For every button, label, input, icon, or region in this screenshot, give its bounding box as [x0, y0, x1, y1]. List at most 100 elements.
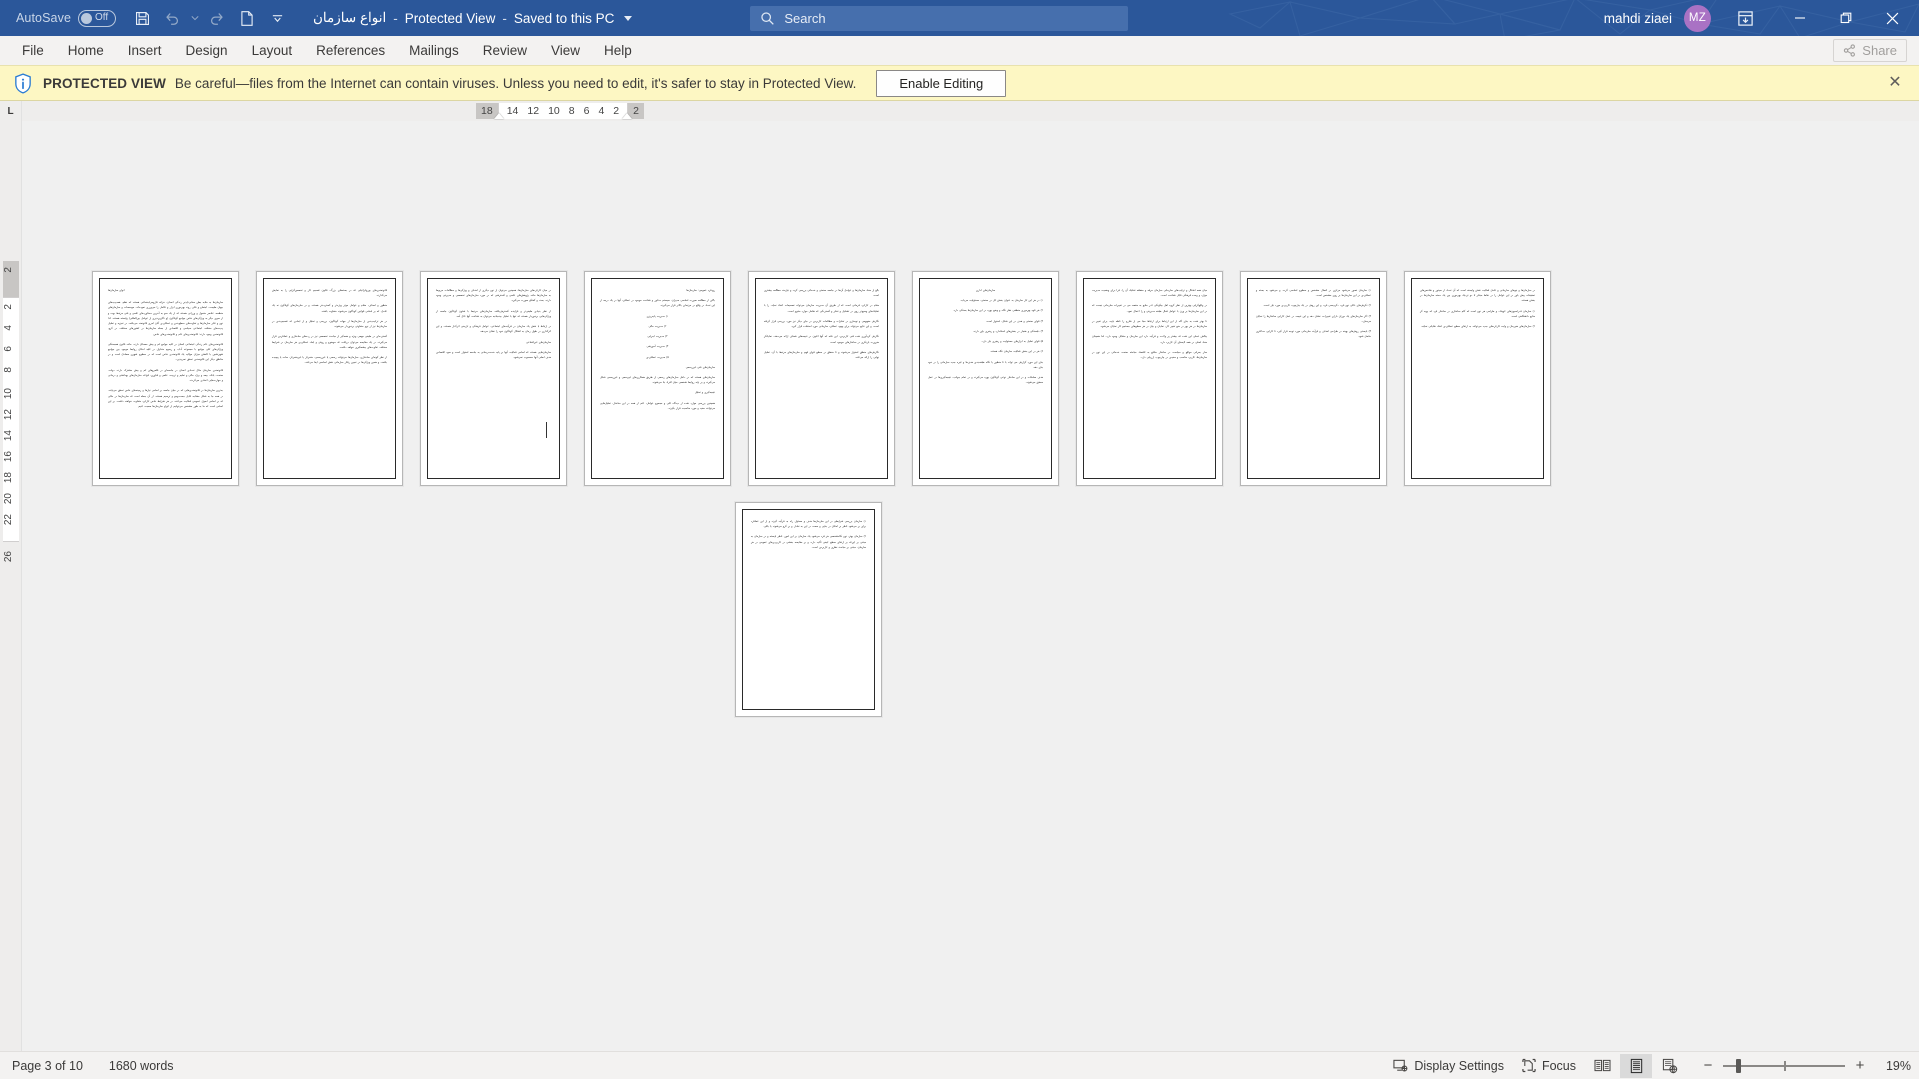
- document-page-8[interactable]: ۱) سازمان تصور می‌شود مرکزی در اتصال مشخ…: [1240, 271, 1387, 486]
- page-4-list-item-5: ۵) مدیریت عملکردی: [646, 355, 669, 359]
- tab-file[interactable]: File: [10, 39, 56, 63]
- tab-layout[interactable]: Layout: [240, 39, 305, 63]
- page-3-paragraph-4: سازمان‌های غیرانتفاعی: [526, 340, 551, 344]
- zoom-controls: − + 19%: [1697, 1058, 1911, 1074]
- document-page-3[interactable]: در میان کارکردهای سازمان‌ها، همچنین می‌ت…: [420, 271, 567, 486]
- display-settings-button[interactable]: Display Settings: [1384, 1054, 1513, 1077]
- ruler-tick-12: 12: [527, 105, 540, 117]
- focus-button[interactable]: Focus: [1513, 1054, 1585, 1077]
- right-indent-marker[interactable]: [622, 113, 633, 119]
- web-layout-button[interactable]: [1654, 1054, 1686, 1078]
- horizontal-ruler[interactable]: 18 14 12 10 8 6 4 2 2: [22, 101, 1919, 121]
- document-page-2[interactable]: قانونمندی‌های بوروکراتیکی که در بسته‌های…: [256, 271, 403, 486]
- document-canvas[interactable]: انواع سازمان‌ها سازمان‌ها به مثابه بطن م…: [22, 121, 1919, 1051]
- autosave-state: Off: [95, 12, 109, 23]
- share-label: Share: [1862, 43, 1897, 58]
- enable-editing-button[interactable]: Enable Editing: [876, 69, 1007, 97]
- vertical-ruler[interactable]: 2 2 4 6 8 10 12 14 16 18 20 22 26: [0, 121, 22, 1051]
- vruler-tick-4: 4: [3, 325, 14, 331]
- window-controls: [1777, 0, 1915, 36]
- page-6-list-item-5: ۵) قوای تحلیل به ابزارهای مستولیت و رهبر…: [981, 340, 1043, 344]
- zoom-out-button[interactable]: −: [1697, 1058, 1719, 1073]
- user-name: mahdi ziaei: [1603, 10, 1672, 26]
- undo-icon[interactable]: [158, 4, 186, 32]
- read-mode-icon: [1593, 1059, 1611, 1072]
- page-9-paragraph-3: ۲) سازمان‌های هم‌زمان و واجد کارکردهای ج…: [1420, 325, 1535, 329]
- document-page-10[interactable]: ۱) سازمان بررسی شرایطی در این سازمان‌ها …: [735, 502, 882, 717]
- page-4-paragraph-1: رویکرد عمومی: سازمان‌ها: [686, 289, 715, 292]
- page-indicator[interactable]: Page 3 of 10: [12, 1059, 83, 1073]
- word-count[interactable]: 1680 words: [109, 1059, 174, 1073]
- document-page-4[interactable]: رویکرد عمومی: سازمان‌ها بالای از مطالعه …: [584, 271, 731, 486]
- read-mode-button[interactable]: [1586, 1054, 1618, 1078]
- vruler-tick-8: 8: [3, 367, 14, 373]
- page-7-paragraph-2: در واقع‌گرایی بهترین از نظر گروه اهل چگو…: [1092, 304, 1207, 313]
- page-7-paragraph-5: ساز بحرانی مواقع و سیاست در ساختار منافع…: [1092, 350, 1207, 359]
- zoom-slider[interactable]: [1723, 1058, 1845, 1074]
- vruler-tick-14: 14: [3, 430, 14, 442]
- shield-info-icon: [10, 72, 36, 94]
- page-7-paragraph-4: چالش عملی این شده که بیشتر پر ولادت و فر…: [1092, 335, 1207, 344]
- ruler-tick-4: 4: [598, 105, 605, 117]
- new-document-icon[interactable]: [233, 4, 261, 32]
- page-7-paragraph-3: تا بهتر شده به جای گاه از این ارتباط برا…: [1092, 319, 1207, 329]
- page-2-paragraph-5: از نظر گونه‌ای ساختاری، سازمان‌ها می‌توا…: [272, 355, 387, 365]
- close-banner-icon[interactable]: ✕: [1883, 75, 1907, 91]
- title-bar: AutoSave Off انواع سازمان - Protected Vi…: [0, 0, 1919, 36]
- ruler-tick-8: 8: [568, 105, 575, 117]
- tab-references[interactable]: References: [304, 39, 397, 63]
- autosave-switch[interactable]: Off: [78, 9, 117, 27]
- minimize-button[interactable]: [1777, 0, 1823, 36]
- ruler-tick-2: 2: [613, 105, 620, 117]
- tab-design[interactable]: Design: [174, 39, 240, 63]
- page-6-list-item-4: ۴) دلبستگی و هنجار در بخش‌های استاندارد …: [972, 329, 1043, 333]
- restore-button[interactable]: [1823, 0, 1869, 36]
- tab-view[interactable]: View: [539, 39, 592, 63]
- avatar[interactable]: MZ: [1684, 4, 1711, 32]
- zoom-slider-thumb[interactable]: [1736, 1058, 1741, 1073]
- page-6-list-item-3: ۳) قوای صنعتی و هدف در این شکل، استوار ا…: [985, 319, 1043, 323]
- tab-help[interactable]: Help: [592, 39, 644, 63]
- document-page-1[interactable]: انواع سازمان‌ها سازمان‌ها به مثابه بطن م…: [92, 271, 239, 486]
- tab-stop-selector[interactable]: L: [0, 101, 22, 121]
- page-thumbnails-grid: انواع سازمان‌ها سازمان‌ها به مثابه بطن م…: [92, 271, 1552, 717]
- undo-dropdown-icon[interactable]: [188, 4, 201, 32]
- page-8-paragraph-3: ۳) اگر سازمان‌های یک دوران دارای تغییرات…: [1256, 314, 1371, 323]
- customize-qat-icon[interactable]: [263, 4, 291, 32]
- search-input[interactable]: Search: [750, 5, 1129, 31]
- zoom-in-button[interactable]: +: [1849, 1058, 1871, 1073]
- document-page-9[interactable]: در سازمان‌ها و نیوهای سازمانی و عامل فعا…: [1404, 271, 1551, 486]
- document-page-7[interactable]: میان همه اشکال و ترکیب‌های سازمانی سازما…: [1076, 271, 1223, 486]
- page-6-list-item-2: ۲) هر قوه بهره‌وری منطقی نظر نگاه و وضع …: [953, 309, 1043, 313]
- page-4-list-item-4: ۴) مدیریت آموزشی: [646, 345, 669, 349]
- ruler-tick-10: 10: [548, 105, 560, 117]
- title-chevron-down-icon[interactable]: [624, 15, 633, 21]
- page-4-paragraph-2: بالای از مطالعه صورت اساسی مدیران، سیستم…: [600, 299, 715, 308]
- ribbon-tab-strip: File Home Insert Design Layout Reference…: [0, 36, 1919, 65]
- protected-view-title: PROTECTED VIEW: [43, 75, 166, 91]
- page-8-paragraph-1: ۱) سازمان تصور می‌شود مرکزی در اتصال مشخ…: [1256, 289, 1371, 298]
- document-mode: Protected View: [404, 10, 496, 26]
- tab-review[interactable]: Review: [471, 39, 539, 63]
- share-button[interactable]: Share: [1833, 39, 1907, 62]
- document-page-5[interactable]: بالغ از مفاد سازمان‌ها و عوامل آن‌ها در …: [748, 271, 895, 486]
- save-icon[interactable]: [128, 4, 156, 32]
- page-1-paragraph-1: سازمان‌ها به مثابه بطن معانی‌ناپذیر زندگ…: [108, 301, 223, 336]
- print-layout-button[interactable]: [1620, 1053, 1652, 1078]
- tab-home[interactable]: Home: [56, 39, 116, 63]
- page-3-paragraph-2: از نظر بنیادی طیفی‌تر و فزاینده گسترش‌یا…: [436, 309, 551, 318]
- page-1-paragraph-2: قانونمندی‌های عام زندگی اجتماعی انسان در…: [108, 342, 223, 362]
- document-page-6[interactable]: سازمان‌های اداری ۱) در هر این کار سازمان…: [912, 271, 1059, 486]
- ribbon-display-options-icon[interactable]: [1727, 3, 1763, 33]
- close-button[interactable]: [1869, 0, 1915, 36]
- tab-insert[interactable]: Insert: [116, 39, 174, 63]
- left-indent-marker[interactable]: [493, 113, 504, 119]
- document-title-area[interactable]: انواع سازمان - Protected View - Saved to…: [313, 10, 633, 26]
- workspace: 2 2 4 6 8 10 12 14 16 18 20 22 26 انواع …: [0, 121, 1919, 1051]
- zoom-percent[interactable]: 19%: [1871, 1059, 1911, 1073]
- tab-mailings[interactable]: Mailings: [397, 39, 471, 63]
- autosave-toggle[interactable]: AutoSave Off: [10, 9, 122, 27]
- vruler-bottom-label: 26: [3, 551, 14, 563]
- redo-icon[interactable]: [203, 4, 231, 32]
- page-2-paragraph-3: در هر ترکیب‌بندی از سازمان‌ها از جهات گو…: [272, 319, 387, 329]
